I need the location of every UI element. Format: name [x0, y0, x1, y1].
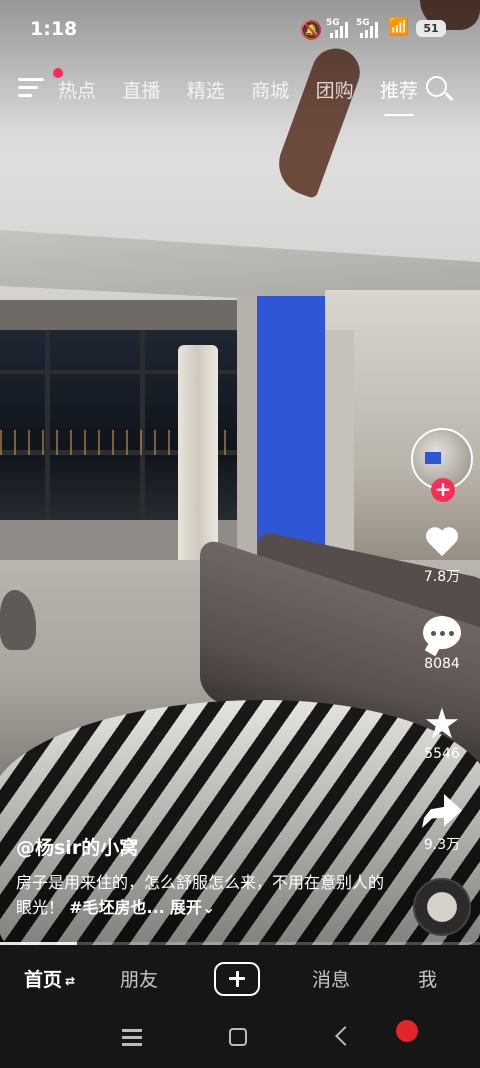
favorite-count: 5546 — [424, 746, 460, 762]
swap-icon: ⇄ — [65, 973, 76, 988]
tab-group-buy[interactable]: 团购 — [316, 76, 354, 106]
menu-icon[interactable] — [18, 76, 46, 100]
share-icon — [422, 794, 462, 828]
favorite-button[interactable]: ★ 5546 — [405, 699, 479, 763]
author-name[interactable]: @杨sir的小窝 — [16, 833, 396, 860]
home-icon[interactable] — [229, 1028, 247, 1046]
chevron-down-icon: ⌄ — [201, 898, 216, 917]
bottom-tab-home[interactable]: 首页 ⇄ — [24, 965, 75, 992]
create-post-button[interactable] — [214, 962, 260, 996]
top-nav: 热点 直播 精选 商城 团购 推荐 — [0, 60, 480, 116]
comment-count: 8084 — [424, 656, 460, 672]
tab-recommend[interactable]: 推荐 — [380, 76, 418, 116]
battery-icon: 51 — [416, 20, 446, 37]
share-button[interactable]: 9.3万 — [405, 792, 479, 854]
bottom-tab-friends[interactable]: 朋友 — [120, 965, 158, 992]
bottom-tab-home-label: 首页 — [24, 969, 63, 991]
star-icon: ★ — [423, 699, 461, 748]
tab-hot[interactable]: 热点 — [58, 76, 96, 106]
author-avatar-button[interactable]: + — [411, 428, 473, 502]
mute-icon: 🔕 — [300, 20, 323, 41]
status-icons: 🔕 5G 5G 📶 51 — [300, 16, 460, 42]
caption-text: 房子是用来住的，怎么舒服怎么来，不用在意别人的眼光！ #毛坯房也... 展开⌄ — [16, 870, 396, 920]
plus-icon — [235, 970, 239, 987]
video-caption: @杨sir的小窝 房子是用来住的，怎么舒服怎么来，不用在意别人的眼光！ #毛坯房… — [16, 833, 396, 920]
like-count: 7.8万 — [423, 569, 461, 585]
bottom-tab-me[interactable]: 我 — [418, 965, 437, 992]
recent-apps-icon[interactable] — [122, 1029, 142, 1046]
tab-mall[interactable]: 商城 — [251, 76, 289, 106]
tab-live[interactable]: 直播 — [122, 76, 160, 106]
top-tabs: 热点 直播 精选 商城 团购 推荐 — [58, 76, 418, 116]
bottom-tab-messages[interactable]: 消息 — [312, 965, 350, 992]
status-bar: 1:18 🔕 5G 5G 📶 51 — [0, 0, 480, 58]
like-button[interactable]: 7.8万 — [405, 524, 479, 586]
system-nav-bar — [0, 1015, 480, 1068]
action-rail: + 7.8万 8084 ★ 5546 9.3万 — [405, 428, 479, 948]
tab-featured[interactable]: 精选 — [187, 76, 225, 106]
share-count: 9.3万 — [423, 837, 461, 853]
bottom-tab-bar: 首页 ⇄ 朋友 消息 我 — [0, 945, 480, 1015]
comment-icon — [423, 616, 461, 649]
hashtag-link[interactable]: #毛坯房也... — [69, 898, 165, 917]
music-disc-icon[interactable] — [413, 878, 471, 936]
expand-button[interactable]: 展开⌄ — [170, 898, 215, 917]
signal-icon — [360, 22, 380, 38]
record-dot-icon[interactable] — [396, 1020, 418, 1042]
status-time: 1:18 — [30, 18, 78, 40]
wifi-icon: 📶 — [388, 17, 410, 37]
heart-icon — [426, 528, 458, 560]
comment-button[interactable]: 8084 — [405, 614, 479, 672]
follow-button[interactable]: + — [431, 478, 455, 502]
signal-icon — [330, 22, 350, 38]
expand-label: 展开 — [169, 898, 202, 917]
back-icon[interactable] — [335, 1026, 355, 1046]
search-icon[interactable] — [426, 76, 454, 104]
